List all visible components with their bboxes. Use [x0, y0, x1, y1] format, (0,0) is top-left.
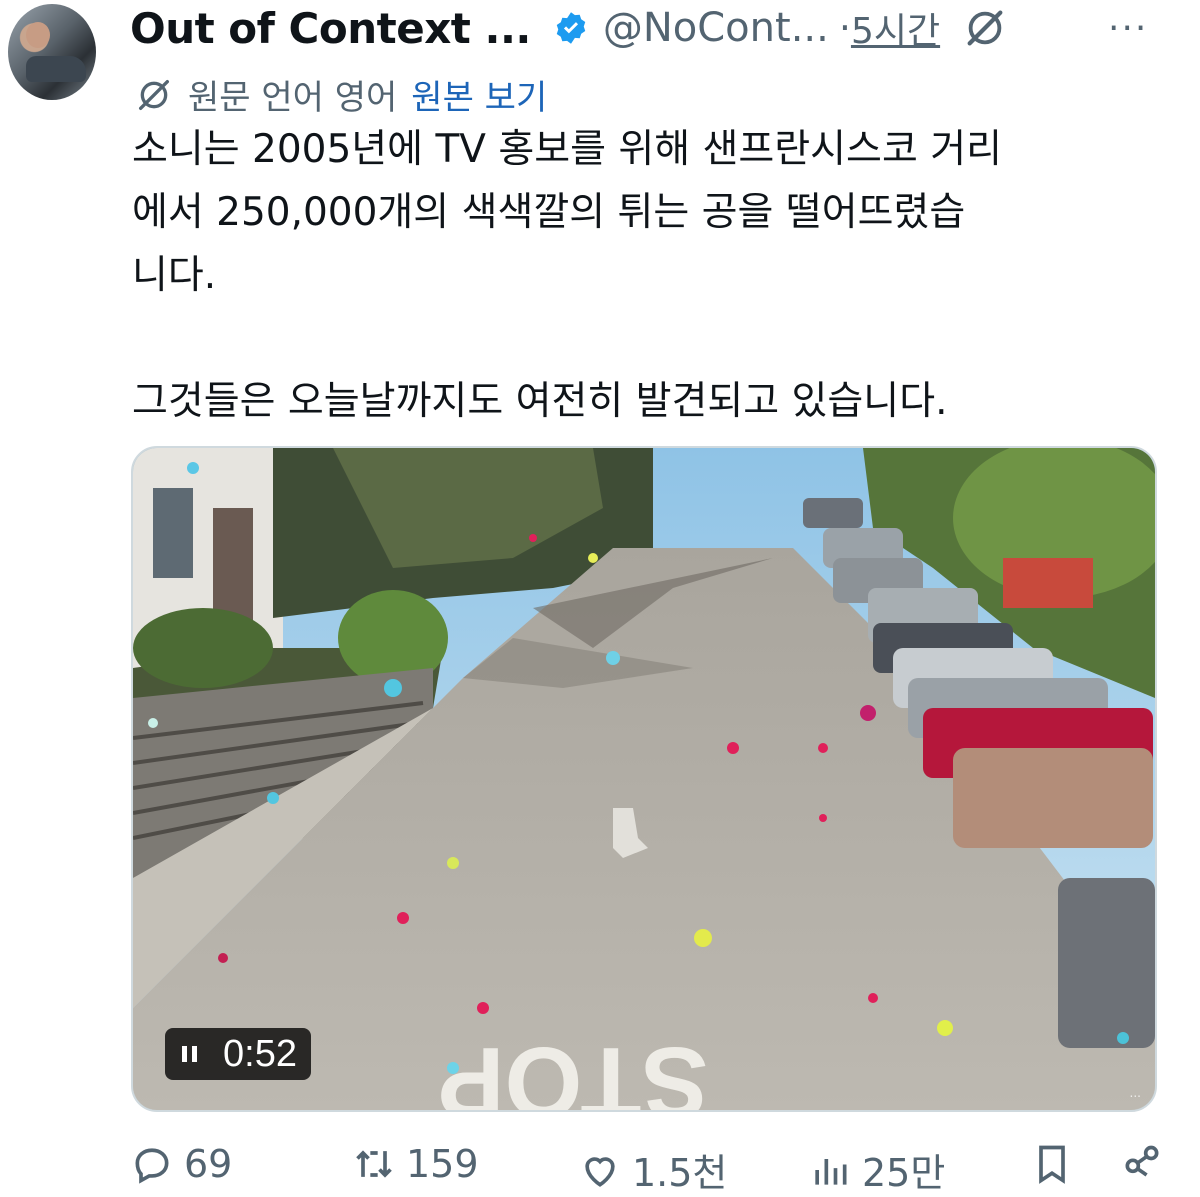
like-count: 1.5천 — [632, 1151, 728, 1195]
video-duration: 0:52 — [223, 1032, 297, 1075]
views-icon — [815, 1158, 847, 1185]
bookmark-button[interactable] — [1030, 1142, 1084, 1186]
meta-separator: · — [838, 6, 851, 50]
video-frame: STOP — [133, 448, 1155, 1110]
reply-button[interactable]: 69 — [130, 1142, 232, 1186]
tweet-actions: 69 159 1.5천 25만 — [130, 1142, 1170, 1195]
share-button[interactable] — [1120, 1142, 1174, 1186]
views-button[interactable]: 25만 — [808, 1142, 945, 1197]
video-player[interactable]: STOP 0:52 ... — [131, 446, 1157, 1112]
translation-label: 원문 언어 영어 — [188, 78, 398, 118]
retweet-icon — [356, 1150, 392, 1178]
video-watermark: ... — [1129, 1086, 1141, 1100]
bookmark-icon — [1039, 1145, 1065, 1184]
translate-icon — [134, 75, 174, 115]
retweet-count: 159 — [406, 1142, 479, 1186]
tweet-text-line: 에서 250,000개의 색색깔의 튀는 공을 떨어뜨렸습 — [132, 190, 966, 235]
verified-badge-icon — [553, 10, 589, 46]
tweet-body: 소니는 2005년에 TV 홍보를 위해 샌프란시스코 거리 에서 250,00… — [132, 118, 1182, 433]
retweet-button[interactable]: 159 — [352, 1142, 479, 1186]
tweet-text-line: 그것들은 오늘날까지도 여전히 발견되고 있습니다. — [132, 379, 948, 424]
view-count: 25만 — [862, 1151, 946, 1195]
grok-slash-icon[interactable] — [962, 5, 1008, 51]
pause-icon[interactable] — [179, 1043, 201, 1065]
avatar-person-shape — [26, 22, 50, 48]
tweet-text-line: 니다. — [132, 253, 217, 298]
more-options-icon[interactable]: ··· — [1108, 8, 1148, 49]
share-icon — [1125, 1145, 1159, 1177]
stop-street-marking: STOP — [438, 1026, 708, 1110]
author-handle[interactable]: @NoCont... — [603, 5, 829, 51]
video-duration-badge[interactable]: 0:52 — [165, 1028, 311, 1080]
tweet-text-line: 소니는 2005년에 TV 홍보를 위해 샌프란시스코 거리 — [132, 127, 1002, 172]
heart-icon — [585, 1156, 615, 1187]
reply-count: 69 — [184, 1142, 233, 1186]
tweet-header: Out of Context ... @NoCont... · 5시간 — [130, 0, 1008, 56]
reply-icon — [135, 1148, 169, 1184]
author-display-name[interactable]: Out of Context ... — [130, 4, 531, 53]
author-avatar[interactable] — [8, 4, 96, 100]
translation-notice: 원문 언어 영어 원본 보기 — [134, 70, 547, 119]
post-time-link[interactable]: 5시간 — [851, 2, 940, 54]
like-button[interactable]: 1.5천 — [578, 1142, 727, 1197]
view-original-link[interactable]: 원본 보기 — [411, 70, 547, 119]
avatar-car-shape — [26, 56, 86, 82]
